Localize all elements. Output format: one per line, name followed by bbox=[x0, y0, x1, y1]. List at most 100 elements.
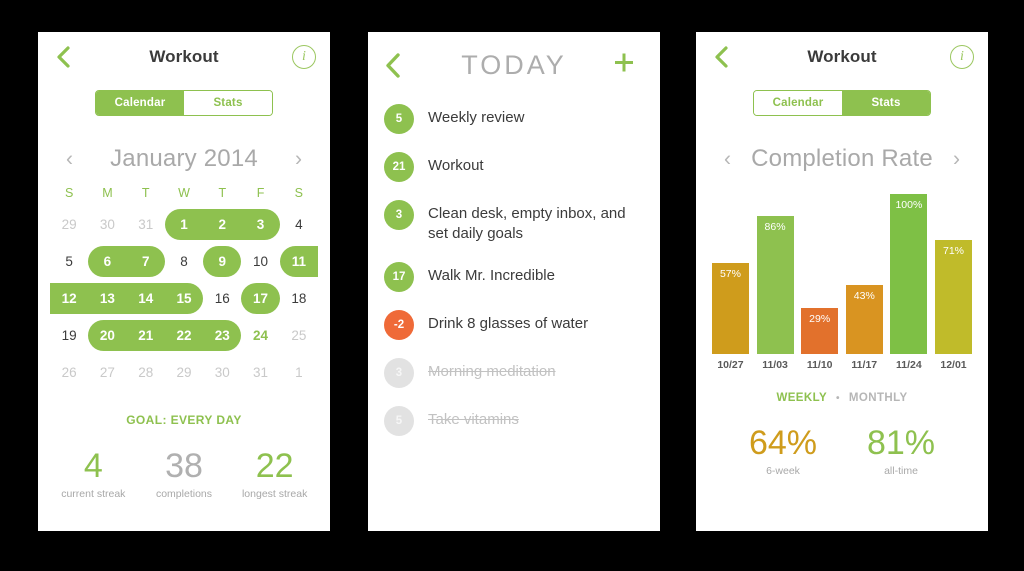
calendar-day[interactable]: 19 bbox=[50, 328, 88, 343]
rate-caption: 6-week bbox=[766, 464, 800, 477]
weekday-label: S bbox=[64, 186, 74, 200]
view-segmented-control[interactable]: Calendar Stats bbox=[753, 90, 931, 116]
calendar-day[interactable]: 29 bbox=[50, 217, 88, 232]
task-row[interactable]: 21 Workout bbox=[384, 152, 640, 182]
calendar-day[interactable]: 25 bbox=[280, 328, 318, 343]
calendar-day[interactable]: 12 bbox=[50, 291, 88, 306]
calendar-day[interactable]: 3 bbox=[241, 217, 279, 232]
today-top-bar: TODAY bbox=[368, 32, 660, 98]
metric-navigator: ‹ Completion Rate › bbox=[696, 142, 988, 176]
bar-value-label: 100% bbox=[895, 199, 923, 211]
tab-calendar[interactable]: Calendar bbox=[754, 91, 842, 115]
view-segmented-control[interactable]: Calendar Stats bbox=[95, 90, 273, 116]
calendar-day[interactable]: 24 bbox=[241, 328, 279, 343]
back-button[interactable] bbox=[50, 44, 76, 70]
task-count-badge[interactable]: 3 bbox=[384, 357, 414, 388]
bar[interactable]: 71% bbox=[935, 240, 972, 354]
bar-value-label: 43% bbox=[853, 290, 875, 303]
rate-value: 81% bbox=[866, 424, 936, 462]
calendar-week-row: 26 27 28 29 30 31 1 bbox=[50, 354, 318, 391]
stat-longest-streak: 22 longest streak bbox=[229, 448, 320, 499]
bar[interactable]: 86% bbox=[756, 216, 794, 354]
task-count-badge[interactable]: 3 bbox=[384, 200, 414, 230]
info-icon[interactable]: i bbox=[292, 45, 316, 69]
rate-all-time: 81% all-time bbox=[842, 424, 960, 476]
calendar-day[interactable]: 20 bbox=[88, 328, 126, 343]
x-axis-label: 12/01 bbox=[940, 359, 967, 371]
calendar-day[interactable]: 13 bbox=[88, 291, 126, 306]
calendar-day[interactable]: 2 bbox=[203, 217, 241, 232]
info-icon[interactable]: i bbox=[950, 45, 974, 69]
task-row[interactable]: 3 Clean desk, empty inbox, and set daily … bbox=[384, 200, 640, 244]
calendar-day[interactable]: 31 bbox=[127, 217, 165, 232]
calendar-day[interactable]: 14 bbox=[127, 291, 165, 306]
calendar-day[interactable]: 27 bbox=[88, 365, 126, 380]
weekday-label: T bbox=[141, 186, 150, 200]
calendar-day[interactable]: 26 bbox=[50, 365, 88, 380]
task-count-badge[interactable]: 21 bbox=[384, 152, 414, 182]
stats-screen: Workout i Calendar Stats ‹ Completion Ra… bbox=[696, 32, 988, 531]
calendar-day[interactable]: 23 bbox=[203, 328, 241, 343]
add-task-button[interactable] bbox=[612, 51, 636, 80]
task-row[interactable]: 3 Morning meditation bbox=[384, 357, 640, 388]
next-metric-icon[interactable]: › bbox=[953, 149, 960, 170]
task-row[interactable]: 5 Take vitamins bbox=[384, 405, 640, 436]
calendar-day[interactable]: 30 bbox=[88, 217, 126, 232]
period-weekly[interactable]: WEEKLY bbox=[776, 392, 827, 404]
task-label: Clean desk, empty inbox, and set daily g… bbox=[428, 205, 626, 242]
calendar-day[interactable]: 7 bbox=[127, 254, 165, 269]
task-row[interactable]: -2 Drink 8 glasses of water bbox=[384, 309, 640, 340]
calendar-day[interactable]: 22 bbox=[165, 328, 203, 343]
calendar-day[interactable]: 5 bbox=[50, 254, 88, 269]
task-label: Weekly review bbox=[428, 109, 525, 126]
bar-value-label: 29% bbox=[809, 312, 831, 325]
calendar-day[interactable]: 11 bbox=[280, 254, 318, 269]
calendar-day[interactable]: 4 bbox=[280, 217, 318, 232]
prev-metric-icon[interactable]: ‹ bbox=[724, 149, 731, 170]
task-count-badge[interactable]: -2 bbox=[384, 309, 414, 340]
rate-summary: 64% 6-week 81% all-time bbox=[696, 424, 988, 477]
calendar-day[interactable]: 31 bbox=[241, 365, 279, 380]
tab-stats[interactable]: Stats bbox=[842, 91, 930, 115]
period-monthly[interactable]: MONTHLY bbox=[849, 392, 908, 404]
tab-calendar[interactable]: Calendar bbox=[96, 91, 184, 115]
task-count-badge[interactable]: 17 bbox=[384, 261, 414, 292]
calendar-day[interactable]: 1 bbox=[280, 365, 318, 380]
chevron-left-icon bbox=[385, 52, 400, 78]
calendar-day[interactable]: 29 bbox=[165, 365, 203, 380]
calendar-day[interactable]: 6 bbox=[88, 254, 126, 269]
calendar-day[interactable]: 9 bbox=[203, 254, 241, 269]
task-row[interactable]: 5 Weekly review bbox=[384, 104, 640, 134]
calendar-day[interactable]: 1 bbox=[165, 217, 203, 232]
tab-stats[interactable]: Stats bbox=[184, 91, 272, 115]
bar-column: 57% bbox=[712, 194, 749, 354]
next-month-icon[interactable]: › bbox=[295, 149, 302, 170]
bar[interactable]: 29% bbox=[801, 307, 839, 354]
task-row[interactable]: 17 Walk Mr. Incredible bbox=[384, 261, 640, 292]
calendar-day[interactable]: 28 bbox=[127, 365, 165, 380]
calendar-day[interactable]: 21 bbox=[127, 328, 165, 343]
page-title: TODAY bbox=[461, 49, 567, 80]
calendar-day[interactable]: 10 bbox=[241, 254, 279, 269]
x-axis-label: 10/27 bbox=[717, 359, 744, 371]
calendar-week-row: 5 6 7 8 9 10 11 bbox=[50, 243, 318, 280]
task-count-badge[interactable]: 5 bbox=[384, 405, 414, 436]
back-button[interactable] bbox=[708, 44, 734, 70]
prev-month-icon[interactable]: ‹ bbox=[66, 149, 73, 170]
weekday-label: T bbox=[218, 186, 227, 200]
calendar-day[interactable]: 17 bbox=[241, 291, 279, 306]
calendar-day[interactable]: 30 bbox=[203, 365, 241, 380]
rate-value: 64% bbox=[748, 424, 818, 462]
bar[interactable]: 57% bbox=[712, 262, 749, 354]
calendar-day[interactable]: 16 bbox=[203, 291, 241, 306]
bar[interactable]: 43% bbox=[845, 285, 883, 354]
x-axis-label: 11/17 bbox=[851, 359, 878, 371]
calendar-day[interactable]: 18 bbox=[280, 291, 318, 306]
calendar-day[interactable]: 8 bbox=[165, 254, 203, 269]
task-count-badge[interactable]: 5 bbox=[384, 104, 414, 134]
calendar-day[interactable]: 15 bbox=[165, 291, 203, 306]
bar[interactable]: 100% bbox=[890, 194, 928, 354]
back-button[interactable] bbox=[380, 52, 406, 78]
calendar-week-row: 29 30 31 1 2 3 4 bbox=[50, 206, 318, 243]
month-label: January 2014 bbox=[110, 145, 258, 172]
